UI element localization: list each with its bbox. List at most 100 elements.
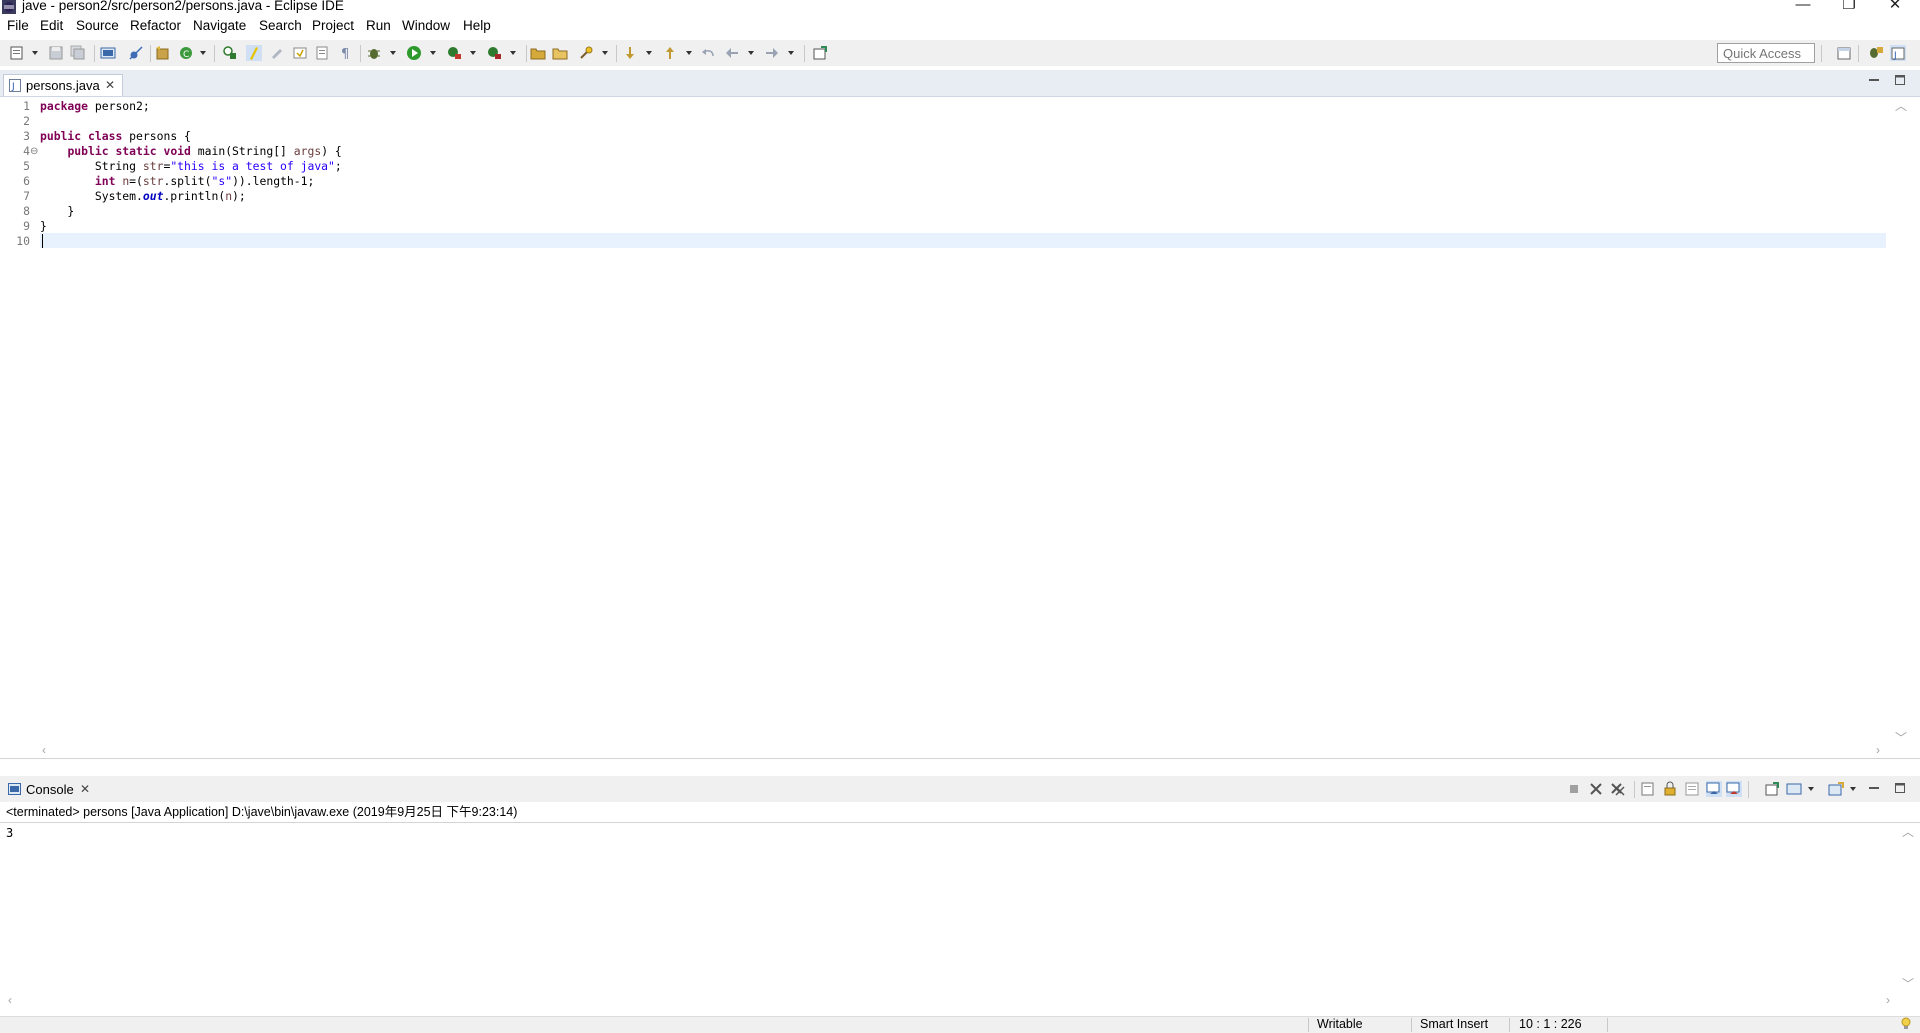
open-console-dropdown-arrow[interactable] [1850, 787, 1856, 791]
menu-refactor[interactable]: Refactor [130, 17, 181, 35]
code-line: package person2; [40, 99, 150, 113]
highlight-icon[interactable] [270, 45, 286, 61]
previous-edit-icon[interactable] [662, 45, 678, 61]
menu-help[interactable]: Help [463, 17, 491, 35]
open-perspective-icon[interactable] [1836, 45, 1852, 61]
quick-access-input[interactable] [1717, 43, 1815, 63]
back-icon[interactable] [724, 45, 740, 61]
remove-all-terminated-icon[interactable] [1610, 781, 1626, 797]
new-java-class-icon[interactable]: C [178, 45, 194, 61]
tab-close-icon[interactable]: ✕ [105, 77, 115, 93]
new-class-dropdown-arrow[interactable] [200, 51, 206, 55]
code-editor[interactable]: 1 2 3 4 ⊖ 5 6 7 8 9 10 package person2; … [0, 97, 1920, 759]
editor-vertical-scrollbar[interactable]: ︿ ﹀ [1892, 97, 1908, 747]
display-console-dropdown-arrow[interactable] [1808, 787, 1814, 791]
show-console-on-error-icon[interactable] [1726, 781, 1742, 797]
debug-icon[interactable] [366, 45, 382, 61]
remove-launch-icon[interactable] [1588, 781, 1604, 797]
search-dropdown-arrow[interactable] [602, 51, 608, 55]
previous-edit-dropdown-arrow[interactable] [686, 51, 692, 55]
console-tab-close-icon[interactable]: ✕ [80, 781, 90, 797]
clear-console-icon[interactable] [1640, 781, 1656, 797]
coverage-icon[interactable] [446, 45, 462, 61]
java-perspective-icon[interactable]: J [1890, 45, 1906, 61]
code-text-area[interactable]: package person2; public class persons { … [40, 97, 1886, 742]
menu-navigate[interactable]: Navigate [193, 17, 246, 35]
minimize-editor-icon[interactable] [1868, 74, 1880, 86]
restore-button[interactable]: ❐ [1826, 0, 1872, 14]
word-wrap-icon[interactable] [1684, 781, 1700, 797]
next-edit-dropdown-arrow[interactable] [646, 51, 652, 55]
menu-source[interactable]: Source [76, 17, 119, 35]
insert-mode-status[interactable]: Smart Insert [1420, 1016, 1488, 1032]
search-icon[interactable] [578, 45, 594, 61]
svg-text:C: C [183, 50, 189, 60]
menu-window[interactable]: Window [402, 17, 450, 35]
external-tools-icon[interactable] [486, 45, 502, 61]
save-icon[interactable] [48, 45, 64, 61]
save-all-icon[interactable] [70, 45, 86, 61]
pin-console-icon[interactable] [1764, 781, 1780, 797]
maximize-editor-icon[interactable] [1894, 74, 1906, 86]
next-annotation-icon[interactable] [292, 45, 308, 61]
menu-edit[interactable]: Edit [40, 17, 63, 35]
line-number-ruler: 1 2 3 4 ⊖ 5 6 7 8 9 10 [0, 97, 38, 742]
console-scroll-left-icon[interactable]: ‹ [8, 993, 12, 1007]
show-whitespace-icon[interactable]: ¶ [338, 45, 354, 61]
scroll-left-icon[interactable]: ‹ [42, 743, 46, 757]
menu-run[interactable]: Run [366, 17, 391, 35]
forward-dropdown-arrow[interactable] [788, 51, 794, 55]
forward-icon[interactable] [764, 45, 780, 61]
minimize-button[interactable]: — [1780, 0, 1826, 14]
maximize-console-icon[interactable] [1894, 782, 1906, 794]
close-button[interactable]: ✕ [1872, 0, 1918, 14]
previous-annotation-icon[interactable] [314, 45, 330, 61]
editor-horizontal-scrollbar[interactable]: ‹ › [40, 742, 1890, 758]
terminate-icon[interactable] [1566, 781, 1582, 797]
coverage-dropdown-arrow[interactable] [470, 51, 476, 55]
scroll-down-icon[interactable]: ﹀ [1895, 731, 1907, 745]
scroll-right-icon[interactable]: › [1876, 743, 1880, 757]
console-scroll-right-icon[interactable]: › [1886, 993, 1890, 1007]
tab-console[interactable]: Console ✕ [3, 778, 97, 800]
open-folder-icon[interactable] [530, 45, 546, 61]
code-line: System.out.println(n); [40, 189, 246, 203]
run-dropdown-arrow[interactable] [430, 51, 436, 55]
scroll-up-icon[interactable]: ︿ [1895, 99, 1907, 113]
fold-toggle-icon[interactable]: ⊖ [30, 144, 38, 159]
console-icon[interactable] [100, 45, 116, 61]
tip-lightbulb-icon[interactable] [1900, 1017, 1912, 1031]
toolbar-separator [360, 45, 361, 62]
external-tools-dropdown-arrow[interactable] [510, 51, 516, 55]
console-scroll-down-icon[interactable]: ﹀ [1902, 977, 1914, 991]
console-output-area[interactable]: 3 ︿ ﹀ ‹ › [0, 822, 1920, 1017]
tab-persons-java[interactable]: J persons.java ✕ [3, 74, 123, 96]
toolbar-separator [616, 45, 617, 62]
status-separator [1607, 1018, 1608, 1032]
cursor-position-status: 10 : 1 : 226 [1519, 1017, 1582, 1031]
new-icon[interactable] [9, 45, 25, 61]
menu-file[interactable]: File [7, 17, 29, 35]
next-edit-icon[interactable] [622, 45, 638, 61]
last-edit-icon[interactable] [700, 45, 716, 61]
skip-breakpoints-icon[interactable] [128, 45, 144, 61]
debug-perspective-icon[interactable] [1868, 45, 1884, 61]
toolbar-separator [526, 45, 527, 62]
show-console-on-output-icon[interactable] [1706, 781, 1722, 797]
run-icon[interactable] [406, 45, 422, 61]
back-dropdown-arrow[interactable] [748, 51, 754, 55]
pin-editor-icon[interactable] [812, 45, 828, 61]
display-selected-console-icon[interactable] [1786, 781, 1802, 797]
new-java-package-icon[interactable] [154, 45, 170, 61]
scroll-lock-icon[interactable] [1662, 781, 1678, 797]
menu-search[interactable]: Search [259, 17, 302, 35]
open-task-icon[interactable] [552, 45, 568, 61]
minimize-console-icon[interactable] [1868, 782, 1880, 794]
debug-dropdown-arrow[interactable] [390, 51, 396, 55]
open-console-icon[interactable] [1828, 781, 1844, 797]
toggle-mark-occurrences-icon[interactable] [246, 45, 262, 61]
open-type-icon[interactable] [222, 45, 238, 61]
menu-project[interactable]: Project [312, 17, 354, 35]
new-dropdown-arrow[interactable] [32, 51, 38, 55]
console-scroll-up-icon[interactable]: ︿ [1902, 825, 1914, 839]
